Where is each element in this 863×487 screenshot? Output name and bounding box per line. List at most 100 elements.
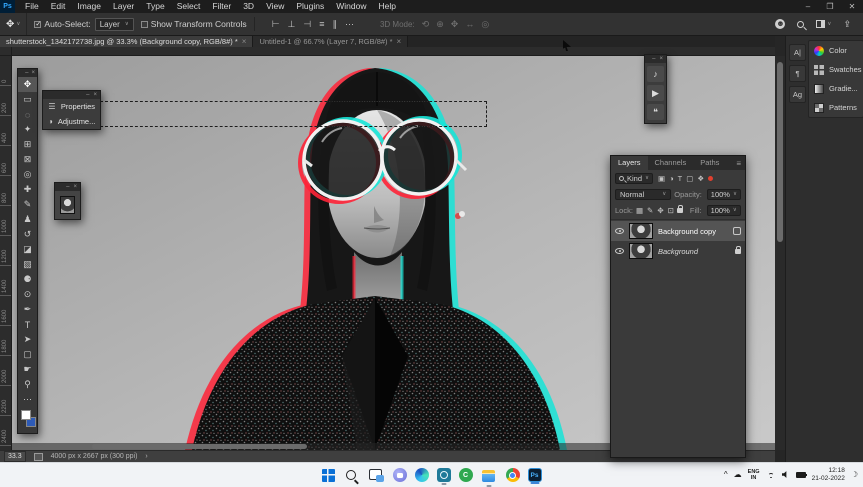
chrome-icon[interactable] <box>506 468 520 482</box>
distribute-vertical-icon[interactable]: ≡ <box>319 19 324 29</box>
menu-item[interactable]: Type <box>140 0 170 13</box>
layer-filter-dropdown[interactable]: Kind ∨ <box>615 173 653 184</box>
actions-panel-icon[interactable]: ▶ <box>647 85 664 101</box>
channels-tab[interactable]: Channels <box>648 156 694 170</box>
chevron-right-icon[interactable]: › <box>145 453 147 460</box>
lock-paint-icon[interactable]: ✎ <box>647 206 653 215</box>
move-tool[interactable]: ✥ <box>18 77 37 92</box>
filter-toggle-icon[interactable] <box>708 176 713 181</box>
auto-select-checkbox[interactable] <box>34 21 41 28</box>
vertical-scrollbar[interactable] <box>775 56 785 450</box>
minimize-button[interactable]: – <box>797 0 819 13</box>
comments-panel-icon[interactable]: ❝ <box>647 104 664 120</box>
close-icon[interactable]: × <box>93 92 97 98</box>
menu-item[interactable]: File <box>19 0 45 13</box>
chat-icon[interactable] <box>393 468 407 482</box>
image-thumbnail[interactable] <box>60 196 75 214</box>
filter-type-layers-icon[interactable]: T <box>678 174 683 183</box>
align-right-icon[interactable]: ⊣ <box>303 19 311 30</box>
Background copy[interactable]: Background copy <box>611 221 745 241</box>
photoshop-icon[interactable]: Ps <box>528 468 542 482</box>
hand-tool[interactable]: ☛ <box>18 362 37 377</box>
clone-stamp-tool[interactable]: ♟ <box>18 212 37 227</box>
menu-item[interactable]: Plugins <box>290 0 330 13</box>
patterns-panel-button[interactable]: Patterns <box>809 98 863 117</box>
paths-tab[interactable]: Paths <box>693 156 726 170</box>
collapse-icon[interactable]: – <box>25 70 28 76</box>
layer-thumbnail[interactable] <box>629 223 653 239</box>
glyphs-panel-icon[interactable]: Ag <box>789 86 806 103</box>
lock-artboard-icon[interactable]: ⊡ <box>668 206 674 215</box>
selection-marquee[interactable] <box>100 101 487 127</box>
brush-tool[interactable]: ✎ <box>18 197 37 212</box>
workspace-switcher[interactable]: ∨ <box>816 20 831 28</box>
close-icon[interactable]: × <box>31 70 35 76</box>
align-center-icon[interactable]: ⊥ <box>288 19 296 30</box>
eyedropper-tool[interactable]: ◎ <box>18 167 37 182</box>
task-view-icon[interactable] <box>368 467 385 484</box>
do-not-disturb-moon-icon[interactable]: ☽ <box>851 470 858 479</box>
close-icon[interactable]: × <box>397 37 402 46</box>
gradient-tool[interactable]: ▧ <box>18 257 37 272</box>
dodge-tool[interactable]: ⊙ <box>18 287 37 302</box>
opacity-input[interactable]: 100% ∨ <box>707 189 741 200</box>
type-tool[interactable]: T <box>18 317 37 332</box>
distribute-horizontal-icon[interactable]: ∥ <box>332 19 337 30</box>
align-left-icon[interactable]: ⊢ <box>272 19 280 30</box>
Background[interactable]: Background <box>611 241 745 261</box>
menu-item[interactable]: Image <box>71 0 107 13</box>
menu-item[interactable]: View <box>260 0 290 13</box>
layer-thumbnail[interactable] <box>629 243 653 259</box>
account-icon[interactable]: ☻ <box>775 19 785 29</box>
start-icon[interactable] <box>322 469 335 482</box>
collapse-icon[interactable]: – <box>86 92 89 98</box>
lock-position-icon[interactable]: ✥ <box>657 206 663 215</box>
menu-item[interactable]: Filter <box>206 0 237 13</box>
filter-smart-objects-icon[interactable]: ❖ <box>697 174 704 183</box>
wifi-icon[interactable] <box>766 471 776 478</box>
teal-app-icon[interactable] <box>437 468 451 482</box>
shape-tool[interactable]: ▢ <box>18 347 37 362</box>
current-tool-preset[interactable]: ✥ ∨ <box>0 13 27 35</box>
paragraph-panel-icon[interactable]: ¶ <box>789 65 806 82</box>
scrollbar-thumb[interactable] <box>92 444 307 449</box>
more-tools[interactable]: ⋯ <box>18 392 37 407</box>
menu-item[interactable]: Window <box>330 0 372 13</box>
filter-pixel-layers-icon[interactable]: ▣ <box>658 174 665 183</box>
camtasia-icon[interactable]: C <box>459 468 473 482</box>
tab-untitled[interactable]: Untitled-1 @ 66.7% (Layer 7, RGB/8#) * × <box>253 36 408 47</box>
foreground-color-swatch[interactable] <box>21 410 31 420</box>
healing-brush-tool[interactable]: ✚ <box>18 182 37 197</box>
more-align-options-icon[interactable]: ⋯ <box>345 19 354 30</box>
auto-select-target-dropdown[interactable]: Layer ∨ <box>95 18 134 31</box>
zoom-tool[interactable]: ⚲ <box>18 377 37 392</box>
edge-icon[interactable] <box>415 468 429 482</box>
marquee-tool[interactable]: ▭ <box>18 92 37 107</box>
layers-tab[interactable]: Layers <box>611 156 648 170</box>
search-icon[interactable] <box>797 21 804 28</box>
search-icon-taskbar[interactable] <box>343 467 360 484</box>
filter-shape-layers-icon[interactable]: ▢ <box>686 174 693 183</box>
collapse-icon[interactable]: – <box>66 184 69 190</box>
blur-tool[interactable]: ⚈ <box>18 272 37 287</box>
collapse-icon[interactable]: – <box>652 56 655 62</box>
timeline-panel-icon[interactable]: ♪ <box>647 66 664 82</box>
visibility-eye-icon[interactable] <box>615 228 624 234</box>
restore-button[interactable]: ❐ <box>819 0 841 13</box>
character-panel-icon[interactable]: A| <box>789 44 806 61</box>
menu-item[interactable]: Layer <box>107 0 140 13</box>
close-icon[interactable]: × <box>242 37 247 46</box>
gradients-panel-button[interactable]: Gradie... <box>809 79 863 98</box>
language-indicator[interactable]: ENG IN <box>748 469 760 481</box>
frame-tool[interactable]: ⊠ <box>18 152 37 167</box>
close-icon[interactable]: × <box>73 184 77 190</box>
lock-transparency-icon[interactable]: ▦ <box>636 206 643 215</box>
crop-tool[interactable]: ⊞ <box>18 137 37 152</box>
share-icon[interactable]: ⇪ <box>843 19 851 30</box>
lock-all-icon[interactable] <box>677 208 683 213</box>
onedrive-cloud-icon[interactable]: ☁ <box>734 470 742 479</box>
menu-item[interactable]: Edit <box>45 0 72 13</box>
battery-icon[interactable] <box>796 472 806 478</box>
swatches-panel-button[interactable]: Swatches <box>809 60 863 79</box>
tab-shutterstock[interactable]: shutterstock_1342172738.jpg @ 33.3% (Bac… <box>0 36 253 47</box>
